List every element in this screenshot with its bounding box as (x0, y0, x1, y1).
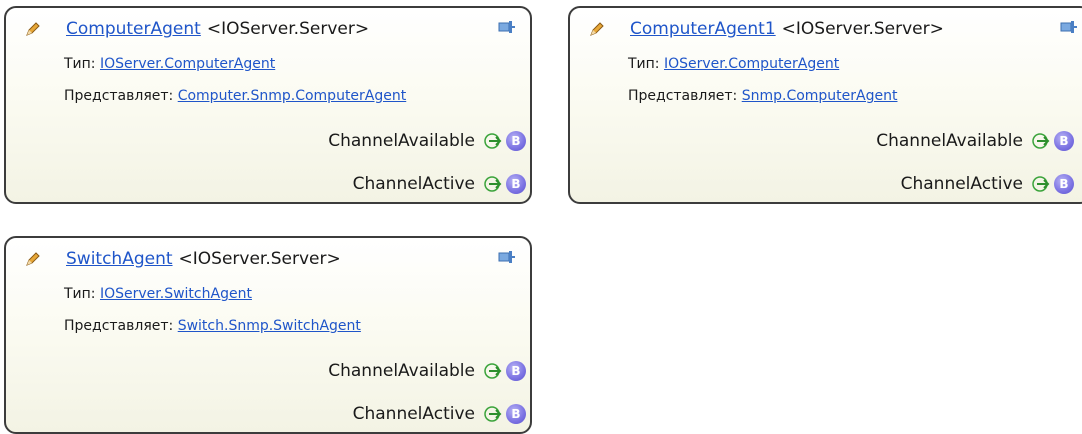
b-badge-icon: B (1054, 174, 1074, 194)
event-name: ChannelActive (900, 174, 1023, 194)
event-name: ChannelAvailable (328, 131, 475, 151)
pencil-icon (590, 22, 604, 36)
type-row: Тип: IOServer.SwitchAgent (64, 286, 252, 302)
represents-row: Представляет: Computer.Snmp.ComputerAgen… (64, 88, 406, 104)
component-card-computeragent[interactable]: ComputerAgent <IOServer.Server> Тип: IOS… (4, 6, 532, 204)
represents-row: Представляет: Snmp.ComputerAgent (628, 88, 897, 104)
represents-label: Представляет: (64, 88, 174, 104)
arrow-right-icon (484, 133, 502, 149)
card-header: ComputerAgent1 <IOServer.Server> (588, 16, 944, 42)
card-header: ComputerAgent <IOServer.Server> (24, 16, 369, 42)
b-badge-icon: B (506, 174, 526, 194)
b-badge-icon: B (506, 404, 526, 424)
represents-label: Представляет: (64, 318, 174, 334)
event-row[interactable]: ChannelAvailable B (328, 128, 526, 154)
represents-link[interactable]: Snmp.ComputerAgent (742, 88, 898, 104)
component-card-switchagent[interactable]: SwitchAgent <IOServer.Server> Тип: IOSer… (4, 236, 532, 434)
type-link[interactable]: IOServer.ComputerAgent (100, 56, 275, 72)
component-type: <IOServer.Server> (206, 19, 370, 39)
pencil-icon (26, 252, 40, 266)
event-row[interactable]: ChannelAvailable B (328, 358, 526, 384)
represents-row: Представляет: Switch.Snmp.SwitchAgent (64, 318, 361, 334)
arrow-right-icon (1032, 176, 1050, 192)
b-badge-icon: B (506, 131, 526, 151)
arrow-right-icon (1032, 133, 1050, 149)
component-name-link[interactable]: SwitchAgent (66, 249, 173, 269)
component-type: <IOServer.Server> (178, 249, 341, 269)
arrow-right-icon (484, 363, 502, 379)
type-label: Тип: (64, 56, 96, 72)
component-name-link[interactable]: ComputerAgent1 (630, 19, 776, 39)
represents-link[interactable]: Computer.Snmp.ComputerAgent (178, 88, 407, 104)
event-name: ChannelAvailable (328, 361, 475, 381)
event-name: ChannelAvailable (876, 131, 1023, 151)
event-name: ChannelActive (352, 404, 475, 424)
type-link[interactable]: IOServer.ComputerAgent (664, 56, 839, 72)
pencil-icon (26, 22, 40, 36)
pin-icon[interactable] (498, 20, 516, 34)
component-type: <IOServer.Server> (781, 19, 944, 39)
pin-icon[interactable] (498, 250, 516, 264)
event-row[interactable]: ChannelAvailable B (876, 128, 1074, 154)
type-row: Тип: IOServer.ComputerAgent (628, 56, 839, 72)
arrow-right-icon (484, 406, 502, 422)
card-header: SwitchAgent <IOServer.Server> (24, 246, 341, 272)
represents-link[interactable]: Switch.Snmp.SwitchAgent (178, 318, 361, 334)
type-row: Тип: IOServer.ComputerAgent (64, 56, 275, 72)
type-link[interactable]: IOServer.SwitchAgent (100, 286, 252, 302)
component-card-computeragent1[interactable]: ComputerAgent1 <IOServer.Server> Тип: IO… (568, 6, 1082, 204)
event-row[interactable]: ChannelActive B (353, 171, 526, 197)
arrow-right-icon (484, 176, 502, 192)
type-label: Тип: (64, 286, 96, 302)
pin-icon[interactable] (1060, 20, 1078, 34)
type-label: Тип: (628, 56, 660, 72)
b-badge-icon: B (1054, 131, 1074, 151)
represents-label: Представляет: (628, 88, 738, 104)
b-badge-icon: B (506, 361, 526, 381)
component-name-link[interactable]: ComputerAgent (66, 19, 201, 39)
event-name: ChannelActive (352, 174, 475, 194)
event-row[interactable]: ChannelActive B (353, 401, 526, 427)
event-row[interactable]: ChannelActive B (901, 171, 1074, 197)
